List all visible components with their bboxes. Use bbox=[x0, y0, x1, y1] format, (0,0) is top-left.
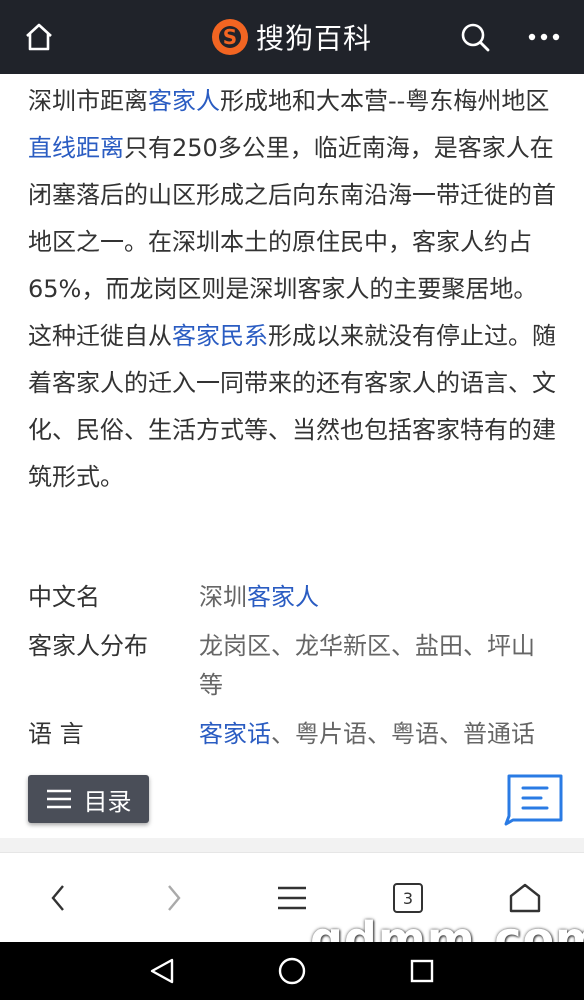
hamburger-icon bbox=[278, 886, 306, 910]
square-recent-icon bbox=[410, 959, 434, 983]
edit-note-icon bbox=[504, 774, 563, 826]
edit-button[interactable] bbox=[503, 772, 565, 826]
android-recent-button[interactable] bbox=[400, 942, 444, 1000]
link-hakka-people[interactable]: 客家人 bbox=[148, 87, 220, 115]
android-nav-bar bbox=[0, 942, 584, 1000]
article-body: 深圳市距离客家人形成地和大本营--粤东梅州地区直线距离只有250多公里，临近南海… bbox=[28, 78, 558, 501]
android-home-button[interactable] bbox=[270, 942, 314, 1000]
more-dots-icon bbox=[528, 33, 560, 41]
brand[interactable]: S 搜狗百科 bbox=[210, 0, 372, 74]
text-segment: 只有250多公里，临近南海，是客家人在闭塞落后的山区形成之后向东南沿海一带迁徙的… bbox=[28, 134, 556, 350]
link-straight-distance[interactable]: 直线距离 bbox=[28, 134, 124, 162]
home-outline-icon bbox=[509, 883, 541, 913]
infobox-value: 客家话、粤片语、粤语、普通话 bbox=[199, 715, 558, 754]
search-icon bbox=[461, 23, 490, 52]
circle-home-icon bbox=[278, 957, 306, 985]
toc-button[interactable]: 目录 bbox=[28, 775, 149, 823]
triangle-back-icon bbox=[150, 958, 174, 984]
value-text: 深圳 bbox=[199, 583, 247, 611]
link-hakka-lineage[interactable]: 客家民系 bbox=[172, 322, 268, 350]
chevron-right-icon bbox=[168, 885, 181, 911]
infobox-key: 语 言 bbox=[28, 720, 84, 748]
infobox-row: 语 言 客家话、粤片语、粤语、普通话 bbox=[28, 715, 558, 754]
link-hakka-people-info[interactable]: 客家人 bbox=[247, 583, 319, 611]
sogou-logo-icon: S bbox=[212, 19, 248, 55]
tabs-icon: 3 bbox=[393, 883, 423, 913]
infobox-row: 客家人分布 龙岗区、龙华新区、盐田、坪山等 bbox=[28, 627, 558, 705]
svg-text:S: S bbox=[223, 25, 237, 49]
tab-count: 3 bbox=[402, 888, 414, 908]
search-button[interactable] bbox=[450, 0, 500, 74]
value-text: 龙岗区、龙华新区、盐田、坪山等 bbox=[199, 632, 535, 699]
infobox-value: 龙岗区、龙华新区、盐田、坪山等 bbox=[199, 627, 558, 705]
browser-forward-button[interactable] bbox=[146, 853, 202, 943]
infobox-key: 中文名 bbox=[28, 583, 100, 611]
infobox-value: 深圳客家人 bbox=[199, 578, 558, 617]
list-icon bbox=[46, 788, 72, 810]
brand-name: 搜狗百科 bbox=[256, 22, 373, 55]
text-segment: 从 bbox=[148, 322, 172, 350]
section-divider bbox=[0, 838, 584, 852]
link-hakka-language[interactable]: 客家话 bbox=[199, 720, 271, 748]
more-button[interactable] bbox=[516, 0, 572, 74]
home-button[interactable] bbox=[14, 0, 64, 74]
infobox-key: 客家人分布 bbox=[28, 632, 148, 660]
browser-back-button[interactable] bbox=[30, 853, 86, 943]
chevron-left-icon bbox=[51, 885, 64, 911]
android-back-button[interactable] bbox=[140, 942, 184, 1000]
toc-label: 目录 bbox=[83, 787, 132, 816]
text-segment: 形成地和大本营--粤东梅州地区 bbox=[220, 87, 550, 115]
infobox-row: 中文名 深圳客家人 bbox=[28, 578, 558, 617]
article-paragraph: 深圳市距离客家人形成地和大本营--粤东梅州地区直线距离只有250多公里，临近南海… bbox=[28, 78, 558, 501]
infobox: 中文名 深圳客家人 客家人分布 龙岗区、龙华新区、盐田、坪山等 语 言 客家话、… bbox=[28, 578, 558, 764]
value-text: 、粤片语、粤语、普通话 bbox=[271, 720, 535, 748]
top-header: S 搜狗百科 bbox=[0, 0, 584, 74]
home-icon bbox=[26, 23, 52, 51]
text-segment: 深圳市距离 bbox=[28, 87, 148, 115]
